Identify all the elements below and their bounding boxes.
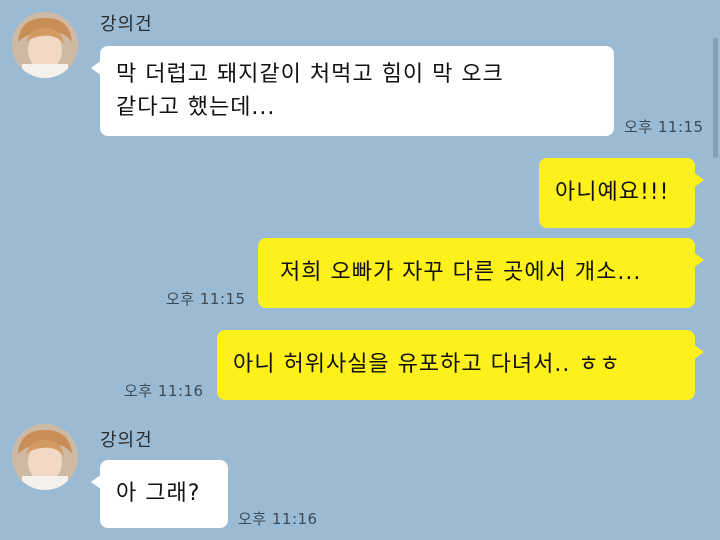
message-time: 오후 11:16 — [238, 510, 318, 528]
message-time: 오후 11:16 — [124, 382, 204, 400]
message-text-line-2: 같다고 했는데... — [116, 95, 276, 120]
message-time: 오후 11:15 — [624, 118, 704, 136]
message-bubble-outgoing[interactable]: 아니예요!!! — [539, 158, 704, 228]
profile-photo-icon — [12, 424, 78, 490]
message-text: 아 그래? — [116, 481, 201, 506]
message-bubble-incoming[interactable]: 아 그래? — [91, 460, 228, 528]
message-text-line-1: 막 더럽고 돼지같이 처먹고 힘이 막 오크 — [116, 62, 504, 87]
sender-name: 강의건 — [100, 14, 153, 35]
message-bubble-incoming[interactable]: 막 더럽고 돼지같이 처먹고 힘이 막 오크 같다고 했는데... — [91, 46, 614, 136]
sender-name: 강의건 — [100, 430, 153, 451]
message-bubble-outgoing[interactable]: 아니 허위사실을 유포하고 다녀서.. ㅎㅎ — [217, 330, 704, 400]
sender-avatar[interactable] — [12, 424, 78, 490]
sender-avatar[interactable] — [12, 12, 78, 78]
profile-photo-icon — [12, 12, 78, 78]
message-time: 오후 11:15 — [166, 290, 246, 308]
message-text: 아니 허위사실을 유포하고 다녀서.. ㅎㅎ — [233, 352, 621, 377]
message-text: 아니예요!!! — [555, 180, 670, 205]
message-text: 저희 오빠가 자꾸 다른 곳에서 개소... — [280, 260, 642, 285]
scrollbar[interactable] — [713, 38, 718, 158]
message-bubble-outgoing[interactable]: 저희 오빠가 자꾸 다른 곳에서 개소... — [258, 238, 704, 308]
